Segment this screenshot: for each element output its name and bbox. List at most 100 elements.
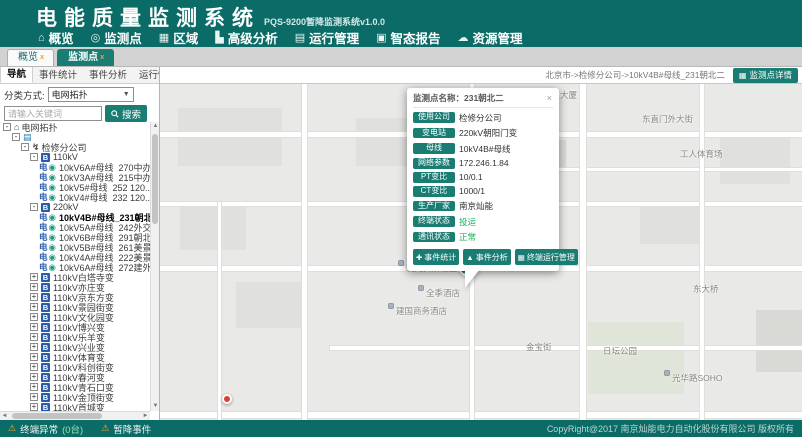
status-item-终端异常[interactable]: ⚠终端异常(0台) [8, 422, 83, 436]
search-button[interactable]: 搜索 [105, 105, 147, 122]
scroll-up-arrow[interactable]: ▲ [151, 122, 160, 131]
expand-toggle-icon[interactable]: + [30, 363, 38, 371]
tree-node[interactable]: +B110kV文化园变 [0, 312, 150, 322]
tree-node[interactable]: +B110kV首城变 [0, 402, 150, 411]
sidebar-tab-事件统计[interactable]: 事件统计 [33, 67, 83, 83]
window-tab-监测点[interactable]: 监测点x [57, 49, 114, 66]
window-tab-概览[interactable]: 概览x [7, 49, 54, 66]
tree-horizontal-scrollbar[interactable]: ◄ ► [0, 411, 150, 420]
collapse-toggle-icon[interactable]: - [30, 153, 38, 161]
status-item-count: (0台) [62, 422, 83, 436]
tree-node[interactable]: +B110kV景园街变 [0, 302, 150, 312]
sidebar-tab-运行情况[interactable]: 运行情况 [133, 67, 160, 83]
collapse-toggle-icon[interactable]: - [12, 133, 20, 141]
tree-node[interactable]: +B110kV乐羊变 [0, 332, 150, 342]
scroll-down-arrow[interactable]: ▼ [151, 402, 160, 411]
tree-node[interactable]: +B110kV体育变 [0, 352, 150, 362]
nav-item-target[interactable]: ◎监测点 [91, 28, 142, 47]
popup-close-icon[interactable]: × [546, 94, 553, 102]
tab-close-icon[interactable]: x [100, 49, 104, 64]
collapse-toggle-icon[interactable]: - [3, 123, 11, 131]
monitor-point-detail-button[interactable]: ▦ 监测点详情 [733, 68, 798, 83]
map-road [580, 84, 586, 420]
expand-toggle-icon[interactable]: + [30, 273, 38, 281]
expand-toggle-icon[interactable]: + [30, 333, 38, 341]
organization-icon: ▤ [23, 132, 32, 142]
meter-gear-icon: ◉ [49, 232, 56, 242]
nav-item-chart[interactable]: ▙高级分析 [215, 28, 277, 47]
collapse-toggle-icon[interactable]: - [30, 203, 38, 211]
tree-node[interactable]: +B110kV春河变 [0, 372, 150, 382]
meter-dian-icon: 电 [39, 232, 48, 242]
tree-node[interactable]: +B110kV京东方变 [0, 292, 150, 302]
map-canvas[interactable]: 宁夏大厦东直门外大街北新桥东四十条小学工人体育场朝内头条社区全季酒店建国商务酒店… [160, 84, 802, 420]
popup-field-row: 终端状态投运 [413, 216, 553, 228]
search-input[interactable] [4, 106, 102, 121]
expand-toggle-icon[interactable]: + [30, 373, 38, 381]
building-poi-icon [664, 370, 670, 376]
red-poi-marker[interactable] [222, 394, 232, 404]
sidebar-tab-导航[interactable]: 导航 [0, 67, 33, 83]
tree-node[interactable]: 电◉10kV4A#母线_222美景 [0, 252, 150, 262]
meter-dian-icon: 电 [39, 262, 48, 272]
tree-node[interactable]: +B110kV兴业变 [0, 342, 150, 352]
expand-toggle-icon[interactable]: + [30, 303, 38, 311]
popup-button-stats[interactable]: ✚事件统计 [413, 249, 459, 265]
nav-item-home[interactable]: ⌂概览 [38, 28, 74, 47]
tree-node[interactable]: -⌂电网拓扑 [0, 122, 150, 132]
tree-node[interactable]: +B110kV博兴变 [0, 322, 150, 332]
tree-node[interactable]: 电◉10kV6A#母线_272建外 [0, 262, 150, 272]
tree-node[interactable]: +B110kV青石口变 [0, 382, 150, 392]
expand-toggle-icon[interactable]: + [30, 343, 38, 351]
tree-node[interactable]: -▤ [0, 132, 150, 142]
scroll-thumb[interactable] [152, 134, 158, 224]
expand-toggle-icon[interactable]: + [30, 323, 38, 331]
tree-node[interactable]: -B220kV [0, 202, 150, 212]
map-block [640, 202, 700, 244]
expand-toggle-icon[interactable]: + [30, 353, 38, 361]
nav-item-report[interactable]: ▣智态报告 [376, 28, 440, 47]
expand-toggle-icon[interactable]: + [30, 293, 38, 301]
popup-button-analysis[interactable]: ▲事件分析 [463, 249, 510, 265]
nav-item-cloud[interactable]: ☁资源管理 [458, 28, 523, 47]
tree-node[interactable]: 电◉10kV4B#母线_231朝北二 [0, 212, 150, 222]
tree-node[interactable]: 电◉10kV5#母线_252 120... [0, 182, 150, 192]
expand-toggle-icon[interactable]: + [30, 393, 38, 401]
status-item-暂降事件[interactable]: ⚠暂降事件 [101, 422, 151, 436]
bus-icon: B [41, 353, 50, 362]
collapse-toggle-icon[interactable]: - [21, 143, 29, 151]
tree-node[interactable]: 电◉10kV6B#母线_291朝北 [0, 232, 150, 242]
expand-toggle-icon[interactable]: + [30, 313, 38, 321]
tree-node[interactable]: 电◉10kV6A#母线_270中办 [0, 162, 150, 172]
scroll-thumb[interactable] [12, 413, 102, 419]
tree-node[interactable]: +B110kV金顶街变 [0, 392, 150, 402]
tree-node[interactable]: +B110kV亦庄变 [0, 282, 150, 292]
map-label: 日坛公园 [603, 345, 637, 357]
expand-toggle-icon[interactable]: + [30, 283, 38, 291]
tree-node[interactable]: 电◉10kV4#母线_232 120... [0, 192, 150, 202]
tree-node[interactable]: 电◉10kV3A#母线_215中办 [0, 172, 150, 182]
tree-node[interactable]: -↯检修分公司 [0, 142, 150, 152]
hotel-poi-icon [388, 303, 394, 309]
nav-item-region[interactable]: ▦区域 [159, 28, 198, 47]
expand-toggle-icon[interactable]: + [30, 403, 38, 411]
tab-close-icon[interactable]: x [40, 49, 44, 64]
expand-toggle-icon[interactable]: + [30, 383, 38, 391]
scroll-left-arrow[interactable]: ◄ [0, 412, 9, 420]
scroll-right-arrow[interactable]: ► [141, 412, 150, 420]
tree-node-label: 110kV首城变 [53, 402, 105, 411]
tree-vertical-scrollbar[interactable]: ▲ ▼ [150, 122, 159, 411]
topology-tree: -⌂电网拓扑-▤-↯检修分公司-B110kV电◉10kV6A#母线_270中办电… [0, 122, 150, 411]
sidebar-tab-事件分析[interactable]: 事件分析 [83, 67, 133, 83]
classify-select[interactable]: 电网拓扑 ▼ [48, 87, 134, 102]
tree-node[interactable]: 电◉10kV5A#母线_242外交 [0, 222, 150, 232]
tree-node[interactable]: +B110kV科创街变 [0, 362, 150, 372]
map-road [302, 84, 307, 420]
tree-node[interactable]: -B110kV [0, 152, 150, 162]
tree-node[interactable]: +B110kV白塔寺变 [0, 272, 150, 282]
tree-node[interactable]: 电◉10kV5B#母线_261美景 [0, 242, 150, 252]
popup-button-terminal[interactable]: ▦终端运行管理 [515, 249, 578, 265]
map-label: 全季酒店 [426, 287, 460, 299]
popup-field-row: CT变比1000/1 [413, 186, 553, 197]
nav-item-ops[interactable]: ▤运行管理 [295, 28, 359, 47]
